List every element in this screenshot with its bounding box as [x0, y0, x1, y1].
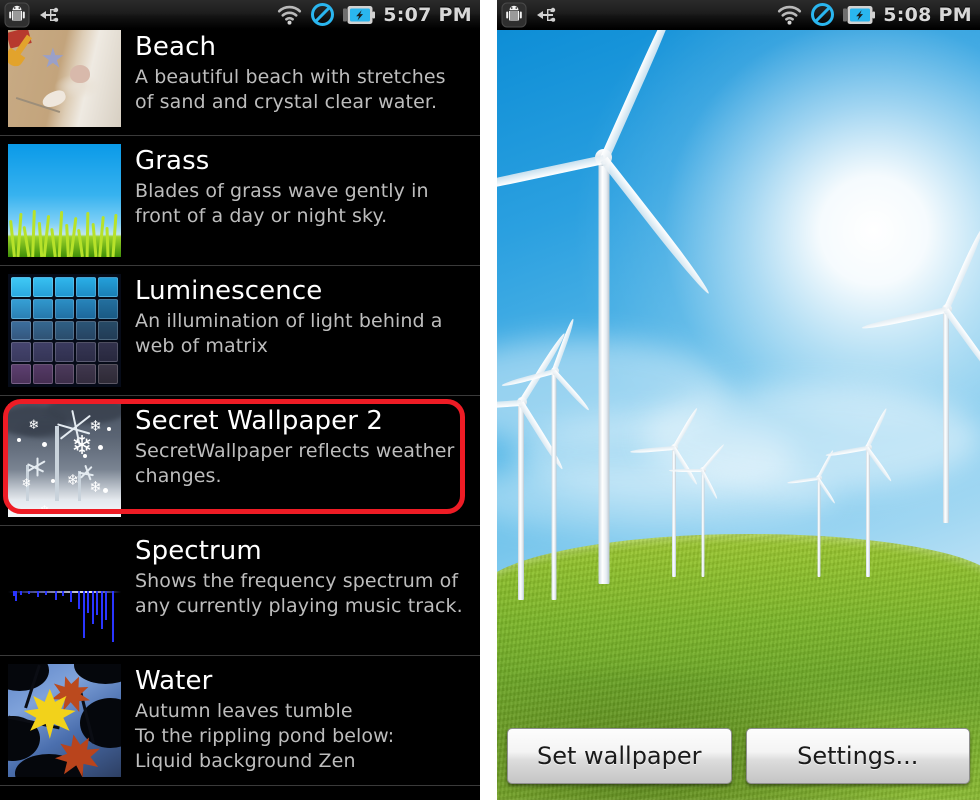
right-status-bar: 5:08 PM	[497, 0, 980, 30]
spectrum-thumbnail	[8, 534, 121, 647]
list-item-beach[interactable]: Beach A beautiful beach with stretches o…	[0, 30, 480, 136]
water-text-block: Water Autumn leaves tumble To the rippli…	[135, 664, 470, 774]
usb-icon	[533, 4, 559, 26]
turbine-mid-a	[629, 406, 699, 577]
list-item-water[interactable]: Water Autumn leaves tumble To the rippli…	[0, 656, 480, 786]
luminescence-thumbnail	[8, 274, 121, 387]
turbine-mid-b	[669, 443, 726, 577]
settings-button[interactable]: Settings...	[745, 728, 970, 784]
grass-text-block: Grass Blades of grass wave gently in fro…	[135, 144, 470, 229]
list-item-title: Water	[135, 666, 213, 696]
battery-charging-icon	[342, 4, 376, 26]
right-phone-screen: 5:08 PM Set wallpaper Settings...	[497, 0, 980, 800]
list-item-description: Autumn leaves tumble To the rippling pon…	[135, 700, 395, 772]
spectrum-text-block: Spectrum Shows the frequency spectrum of…	[135, 534, 470, 619]
android-debug-icon	[501, 2, 527, 28]
list-item-description: A beautiful beach with stretches of sand…	[135, 66, 446, 113]
list-item-luminescence[interactable]: Luminescence An illumination of light be…	[0, 266, 480, 396]
list-item-title: Grass	[135, 146, 210, 176]
wallpaper-preview[interactable]: Set wallpaper Settings...	[497, 30, 980, 800]
secret-wallpaper-2-text-block: Secret Wallpaper 2 SecretWallpaper refle…	[135, 404, 470, 489]
turbine-far-right-a	[861, 226, 980, 523]
list-item-title: Spectrum	[135, 536, 262, 566]
left-status-bar: 5:07 PM	[0, 0, 480, 30]
android-debug-icon	[4, 2, 30, 28]
grass-thumbnail	[8, 144, 121, 257]
luminescence-grid	[8, 274, 121, 387]
set-wallpaper-button[interactable]: Set wallpaper	[507, 728, 732, 784]
status-bar-clock: 5:08 PM	[883, 3, 972, 26]
turbine-main	[497, 30, 712, 585]
battery-charging-icon	[842, 4, 876, 26]
water-thumbnail	[8, 664, 121, 777]
left-phone-screen: 5:07 PM Beach A beautiful beach with str…	[0, 0, 480, 800]
list-item-grass[interactable]: Grass Blades of grass wave gently in fro…	[0, 136, 480, 266]
status-bar-right-icons: 5:07 PM	[276, 2, 480, 27]
list-item-secret-wallpaper-2[interactable]: ❄ ❄ ❄ ❄ ❄ ❄ ❄ Secret Wallpaper 2 SecretW…	[0, 396, 480, 526]
list-item-title: Luminescence	[135, 276, 323, 306]
luminescence-text-block: Luminescence An illumination of light be…	[135, 274, 470, 359]
wifi-icon	[276, 4, 303, 26]
status-bar-clock: 5:07 PM	[383, 3, 472, 26]
turbine-right-b	[825, 407, 893, 577]
list-item-spectrum[interactable]: Spectrum Shows the frequency spectrum of…	[0, 526, 480, 656]
list-item-description: Shows the frequency spectrum of any curr…	[135, 570, 463, 617]
turbine-secondary-left	[497, 331, 568, 600]
dual-screenshot: 5:07 PM Beach A beautiful beach with str…	[0, 0, 980, 800]
no-sim-icon	[810, 2, 835, 27]
list-item-description: Blades of grass wave gently in front of …	[135, 180, 429, 227]
beach-thumbnail	[8, 30, 121, 127]
status-bar-left-icons	[497, 2, 559, 28]
screen-divider-gap	[480, 0, 497, 800]
secret-wallpaper-2-thumbnail: ❄ ❄ ❄ ❄ ❄ ❄ ❄	[8, 404, 121, 517]
status-bar-right-icons: 5:08 PM	[776, 2, 980, 27]
status-bar-left-icons	[0, 2, 62, 28]
list-item-description: An illumination of light behind a web of…	[135, 310, 443, 357]
wallpaper-list[interactable]: Beach A beautiful beach with stretches o…	[0, 30, 480, 800]
wifi-icon	[776, 4, 803, 26]
wallpaper-action-buttons: Set wallpaper Settings...	[497, 728, 980, 800]
grass-blades	[8, 209, 121, 257]
list-item-description: SecretWallpaper reflects weather changes…	[135, 440, 455, 487]
list-item-title: Secret Wallpaper 2	[135, 406, 384, 436]
turbine-left-tall	[501, 317, 591, 600]
no-sim-icon	[310, 2, 335, 27]
turbine-right-a	[787, 449, 837, 577]
beach-text-block: Beach A beautiful beach with stretches o…	[135, 30, 470, 115]
usb-icon	[36, 4, 62, 26]
list-item-title: Beach	[135, 32, 217, 62]
